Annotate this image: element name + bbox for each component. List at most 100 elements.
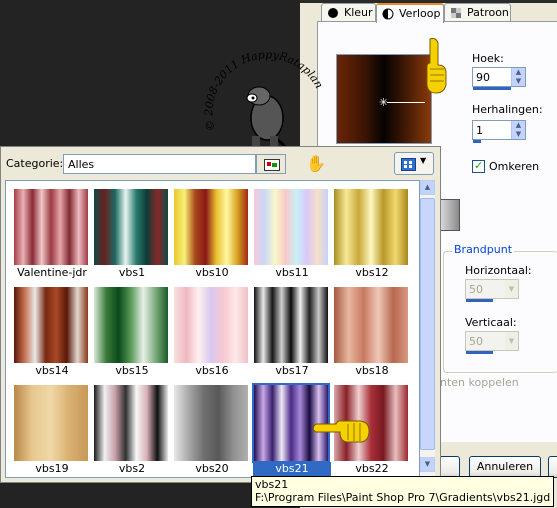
- gradient-item[interactable]: vbs19: [13, 384, 91, 480]
- gradient-name: vbs12: [355, 266, 389, 279]
- tab-kleur[interactable]: Kleur: [321, 3, 376, 21]
- gradient-item[interactable]: vbs1: [93, 188, 171, 284]
- category-image-button[interactable]: [256, 154, 286, 174]
- hoek-spinner[interactable]: 90 ▲ ▼: [472, 67, 526, 87]
- verticaal-slider[interactable]: [466, 351, 493, 354]
- herhalingen-spin-buttons[interactable]: ▲ ▼: [511, 121, 525, 139]
- dropdown-arrow-icon[interactable]: ▼: [505, 280, 518, 298]
- angle-line: [387, 102, 425, 103]
- gradient-preview[interactable]: ✳: [336, 54, 432, 144]
- koppelen-label: nten koppelen: [440, 376, 519, 389]
- pattern-icon: [451, 8, 461, 18]
- gradient-swatch-vbs15: [94, 287, 168, 363]
- gradient-name: vbs22: [355, 462, 389, 475]
- spin-down-icon[interactable]: ▼: [512, 130, 525, 139]
- gradient-name: vbs10: [195, 266, 229, 279]
- pointing-hand-icon: [426, 38, 447, 94]
- gradient-item[interactable]: vbs18: [333, 286, 411, 382]
- gradient-item[interactable]: vbs15: [93, 286, 171, 382]
- hoek-slider[interactable]: [473, 87, 511, 90]
- categorie-label: Categorie:: [6, 157, 64, 170]
- ok-button-partial[interactable]: [440, 456, 460, 478]
- gradient-item[interactable]: vbs2: [93, 384, 171, 480]
- scroll-thumb[interactable]: [420, 198, 435, 450]
- annuleren-button[interactable]: Annuleren: [469, 456, 541, 478]
- gradient-item[interactable]: vbs12: [333, 188, 411, 284]
- herhalingen-value: 1: [476, 124, 483, 137]
- gradient-name: vbs1: [118, 266, 146, 279]
- brandpunt-title: Brandpunt: [452, 243, 515, 256]
- dropdown-arrow-icon[interactable]: ▼: [505, 332, 518, 350]
- gradient-name: vbs20: [195, 462, 229, 475]
- file-tooltip: vbs21 F:\Program Files\Paint Shop Pro 7\…: [251, 476, 554, 507]
- image-icon: [264, 159, 280, 171]
- verticaal-value: 50: [469, 335, 483, 348]
- tooltip-name: vbs21: [255, 478, 289, 491]
- folder-hand-icon: ✋: [306, 154, 326, 173]
- gradient-item[interactable]: Valentine-jdr: [13, 188, 91, 284]
- tab-verloop-label: Verloop: [399, 7, 441, 20]
- gradient-item[interactable]: vbs16: [173, 286, 251, 382]
- hoek-value: 90: [476, 71, 490, 84]
- gradient-name: vbs18: [355, 364, 389, 377]
- gradient-name: vbs11: [275, 266, 309, 279]
- gradient-swatch-valentine: [14, 189, 88, 265]
- grid-view-icon: [401, 158, 416, 171]
- gradient-swatch[interactable]: [440, 199, 460, 231]
- gradient-item[interactable]: vbs17: [253, 286, 331, 382]
- gradient-swatch-vbs16: [174, 287, 248, 363]
- gradient-item[interactable]: vbs20: [173, 384, 251, 480]
- gradient-swatch-vbs11: [254, 189, 328, 265]
- gradient-name: vbs14: [35, 364, 69, 377]
- gradient-name: vbs16: [195, 364, 229, 377]
- herhalingen-spinner[interactable]: 1 ▲ ▼: [472, 120, 526, 140]
- tab-verloop[interactable]: Verloop: [376, 3, 444, 23]
- tab-patroon-label: Patroon: [467, 6, 509, 19]
- horizontaal-label: Horizontaal:: [465, 264, 532, 277]
- view-mode-button[interactable]: ▼: [394, 152, 434, 175]
- hoek-spin-buttons[interactable]: ▲ ▼: [511, 68, 525, 86]
- gradient-swatch-vbs10: [174, 189, 248, 265]
- check-icon: ✓: [474, 159, 484, 172]
- categorie-dropdown[interactable]: Alles: [63, 154, 256, 174]
- black-circle-icon: [328, 8, 338, 18]
- gradient-item[interactable]: vbs10: [173, 188, 251, 284]
- hoek-label: Hoek:: [472, 52, 504, 65]
- omkeren-label: Omkeren: [489, 160, 540, 173]
- gradient-swatch-vbs12: [334, 189, 408, 265]
- gradient-name: vbs15: [115, 364, 149, 377]
- gradient-item[interactable]: vbs14: [13, 286, 91, 382]
- gradient-swatch-vbs14: [14, 287, 88, 363]
- verticaal-label: Verticaal:: [465, 316, 517, 329]
- half-circle-icon: [382, 8, 394, 20]
- horizontaal-value: 50: [469, 283, 483, 296]
- gradient-name: vbs19: [35, 462, 69, 475]
- spin-up-icon[interactable]: ▲: [512, 121, 525, 130]
- gradient-item[interactable]: vbs11: [253, 188, 331, 284]
- tooltip-path: F:\Program Files\Paint Shop Pro 7\Gradie…: [255, 491, 550, 504]
- herhalingen-label: Herhalingen:: [472, 103, 543, 116]
- spin-up-icon[interactable]: ▲: [512, 68, 525, 77]
- scroll-down-icon[interactable]: ▼: [420, 457, 435, 472]
- categorie-value: Alles: [68, 158, 95, 171]
- gradient-swatch-vbs20: [174, 385, 248, 461]
- horizontaal-slider[interactable]: [466, 299, 493, 302]
- help-button-partial[interactable]: [548, 456, 557, 478]
- herhalingen-slider[interactable]: [473, 140, 481, 143]
- omkeren-checkbox[interactable]: ✓: [472, 159, 485, 173]
- gradient-swatch-vbs18: [334, 287, 408, 363]
- gradient-name: vbs2: [118, 462, 146, 475]
- chevron-down-icon: ▼: [420, 156, 427, 165]
- verticaal-spinner[interactable]: 50 ▼: [465, 331, 519, 351]
- pointing-hand-icon: [312, 420, 370, 443]
- gradient-swatch-vbs2: [94, 385, 168, 461]
- spin-down-icon[interactable]: ▼: [512, 77, 525, 86]
- folder-button[interactable]: ✋: [299, 152, 329, 176]
- vertical-scrollbar[interactable]: ▲ ▼: [420, 180, 435, 478]
- gradient-swatch-vbs17: [254, 287, 328, 363]
- scroll-up-icon[interactable]: ▲: [420, 180, 435, 195]
- horizontaal-spinner[interactable]: 50 ▼: [465, 279, 519, 299]
- gradient-name: vbs21: [253, 462, 331, 476]
- tab-patroon[interactable]: Patroon: [444, 3, 511, 21]
- gradient-name: vbs17: [275, 364, 309, 377]
